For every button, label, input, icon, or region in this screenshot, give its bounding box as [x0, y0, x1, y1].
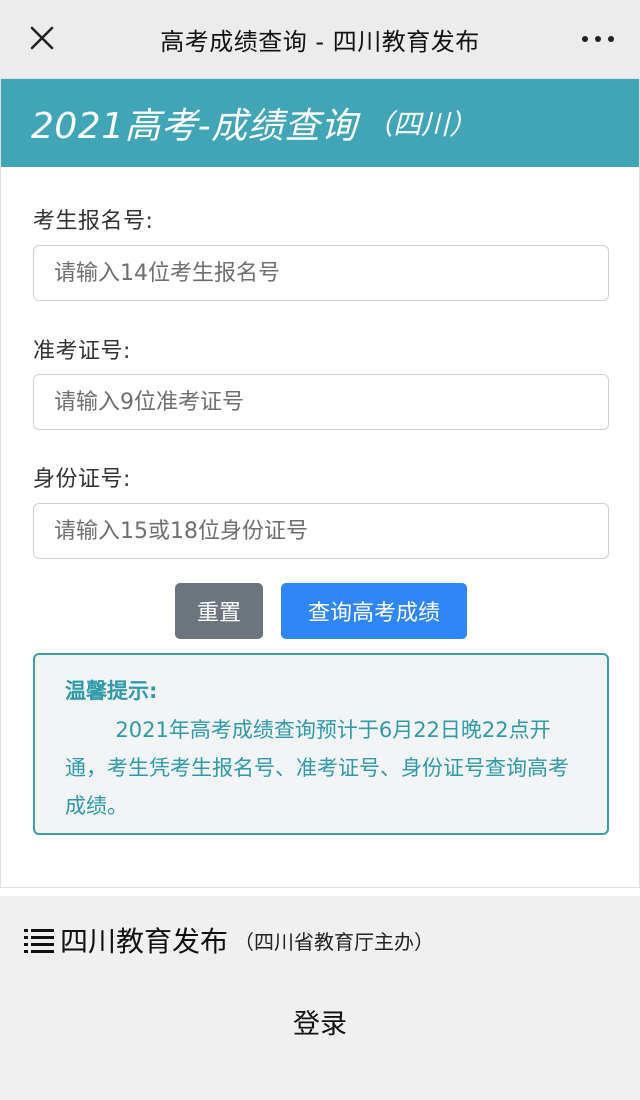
banner-title: 2021高考-成绩查询: [31, 106, 358, 147]
reset-button[interactable]: 重置: [175, 583, 263, 639]
top-bar: 高考成绩查询 - 四川教育发布: [0, 0, 640, 78]
footer: 四川教育发布 （四川省教育厅主办） 登录: [0, 896, 640, 1100]
login-link[interactable]: 登录: [0, 1002, 640, 1041]
id-number-input[interactable]: [33, 503, 609, 559]
tip-body: 2021年高考成绩查询预计于6月22日晚22点开通，考生凭考生报名号、准考证号、…: [65, 718, 569, 818]
close-icon[interactable]: [26, 22, 58, 54]
id-number-label: 身份证号:: [33, 467, 131, 492]
list-icon: [24, 929, 54, 953]
org-subtitle: （四川省教育厅主办）: [234, 929, 435, 954]
registration-number-input[interactable]: [33, 245, 609, 301]
admission-ticket-label: 准考证号:: [33, 339, 131, 364]
banner: 2021高考-成绩查询 （四川）: [1, 79, 639, 167]
banner-subtitle: （四川）: [365, 108, 478, 141]
page-title: 高考成绩查询 - 四川教育发布: [160, 27, 480, 56]
org-name: 四川教育发布: [60, 925, 229, 958]
query-card: 2021高考-成绩查询 （四川） 考生报名号: 准考证号: 身份证号: 重置 查…: [0, 78, 640, 888]
more-dots-icon[interactable]: [582, 30, 614, 48]
registration-number-label: 考生报名号:: [33, 209, 154, 234]
query-score-button[interactable]: 查询高考成绩: [281, 583, 467, 639]
tip-title: 温馨提示:: [65, 679, 158, 703]
org-header[interactable]: 四川教育发布 （四川省教育厅主办）: [24, 920, 434, 960]
tip-box: 温馨提示: 2021年高考成绩查询预计于6月22日晚22点开通，考生凭考生报名号…: [33, 653, 609, 835]
admission-ticket-input[interactable]: [33, 374, 609, 430]
